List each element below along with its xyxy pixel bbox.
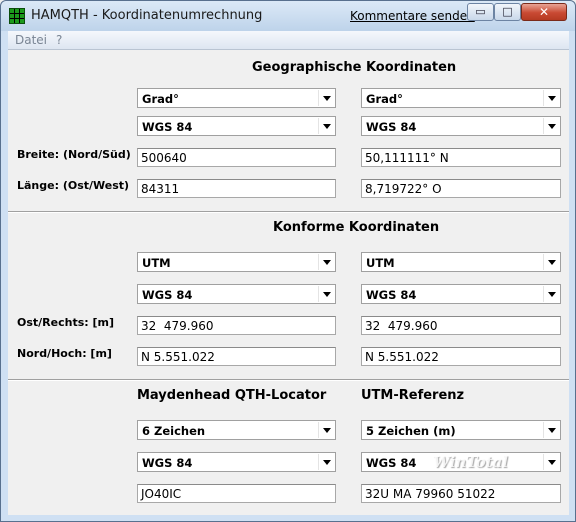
conf-right-northing-field[interactable]: N 5.551.022 [361, 347, 561, 366]
longitude-label: Länge: (Ost/West) [17, 179, 130, 192]
select-value: WGS 84 [366, 120, 417, 134]
chevron-down-icon [318, 90, 334, 106]
conf-right-easting-field[interactable]: 32 479.960 [361, 316, 561, 335]
select-value: WGS 84 [142, 456, 193, 470]
chevron-down-icon [543, 422, 559, 438]
chevron-down-icon [543, 454, 559, 470]
utm-reference-field[interactable]: 32U MA 79960 51022 [361, 484, 561, 503]
main-window: HAMQTH - Koordinatenumrechnung Kommentar… [0, 0, 576, 522]
chevron-down-icon [318, 254, 334, 270]
geo-left-format-select[interactable]: Grad° [137, 88, 336, 108]
window-title: HAMQTH - Koordinatenumrechnung [31, 8, 263, 23]
chevron-down-icon [543, 118, 559, 134]
field-value: JO40IC [141, 487, 182, 501]
select-value: 6 Zeichen [142, 424, 206, 438]
chevron-down-icon [543, 90, 559, 106]
chevron-down-icon [318, 286, 334, 302]
select-value: UTM [142, 256, 171, 270]
utm-reference-format-select[interactable]: 5 Zeichen (m) [361, 420, 561, 440]
field-value: 50,111111° N [365, 151, 449, 165]
geo-right-format-select[interactable]: Grad° [361, 88, 561, 108]
locator-heading: Maydenhead QTH-Locator [137, 388, 327, 403]
chevron-down-icon [318, 118, 334, 134]
easting-label: Ost/Rechts: [m] [17, 316, 115, 329]
section-divider [8, 379, 569, 381]
select-value: Grad° [366, 92, 403, 106]
geo-left-longitude-field[interactable]: 84311 [137, 179, 336, 198]
field-value: 32 479.960 [141, 319, 214, 333]
geo-left-latitude-field[interactable]: 500640 [137, 148, 336, 167]
chevron-down-icon [543, 254, 559, 270]
minimize-icon: ▭ [475, 5, 486, 18]
conf-right-datum-select[interactable]: WGS 84 [361, 284, 561, 304]
geo-right-longitude-field[interactable]: 8,719722° O [361, 179, 561, 198]
field-value: 32U MA 79960 51022 [365, 487, 496, 501]
field-value: 84311 [141, 182, 180, 196]
menu-file[interactable]: Datei [15, 33, 47, 47]
chevron-down-icon [318, 422, 334, 438]
conf-left-northing-field[interactable]: N 5.551.022 [137, 347, 336, 366]
chevron-down-icon [543, 286, 559, 302]
minimize-button[interactable]: ▭ [467, 3, 494, 21]
field-value: 500640 [141, 151, 187, 165]
close-button[interactable]: ✕ [521, 3, 567, 21]
field-value: 32 479.960 [365, 319, 438, 333]
menu-bar: Datei ? [8, 31, 569, 49]
geo-left-datum-select[interactable]: WGS 84 [137, 116, 336, 136]
conf-right-format-select[interactable]: UTM [361, 252, 561, 272]
send-feedback-link[interactable]: Kommentare senden [350, 9, 475, 23]
field-value: N 5.551.022 [141, 350, 215, 364]
locator-field[interactable]: JO40IC [137, 484, 336, 503]
maximize-button[interactable]: □ [494, 3, 521, 21]
client-area: Geographische Koordinaten Grad° Grad° WG… [8, 49, 569, 515]
northing-label: Nord/Hoch: [m] [17, 347, 112, 360]
select-value: Grad° [142, 92, 179, 106]
field-value: N 5.551.022 [365, 350, 439, 364]
select-value: WGS 84 [142, 120, 193, 134]
conformal-heading: Konforme Koordinaten [273, 220, 440, 235]
maximize-icon: □ [502, 5, 513, 18]
field-value: 8,719722° O [365, 182, 442, 196]
select-value: WGS 84 [366, 456, 417, 470]
chevron-down-icon [318, 454, 334, 470]
close-icon: ✕ [538, 5, 550, 19]
geo-heading: Geographische Koordinaten [252, 60, 457, 75]
locator-format-select[interactable]: 6 Zeichen [137, 420, 336, 440]
conf-left-easting-field[interactable]: 32 479.960 [137, 316, 336, 335]
geo-right-datum-select[interactable]: WGS 84 [361, 116, 561, 136]
select-value: WGS 84 [366, 288, 417, 302]
geo-right-latitude-field[interactable]: 50,111111° N [361, 148, 561, 167]
locator-datum-select[interactable]: WGS 84 [137, 452, 336, 472]
conf-left-format-select[interactable]: UTM [137, 252, 336, 272]
app-grid-icon [9, 8, 25, 24]
select-value: WGS 84 [142, 288, 193, 302]
utm-reference-heading: UTM-Referenz [361, 388, 465, 403]
watermark-logo: WinTotal [433, 453, 508, 471]
conf-left-datum-select[interactable]: WGS 84 [137, 284, 336, 304]
title-bar[interactable]: HAMQTH - Koordinatenumrechnung Kommentar… [1, 1, 575, 31]
section-divider [8, 211, 569, 213]
latitude-label: Breite: (Nord/Süd) [17, 148, 131, 161]
select-value: UTM [366, 256, 395, 270]
menu-help[interactable]: ? [56, 33, 62, 47]
select-value: 5 Zeichen (m) [366, 424, 456, 438]
